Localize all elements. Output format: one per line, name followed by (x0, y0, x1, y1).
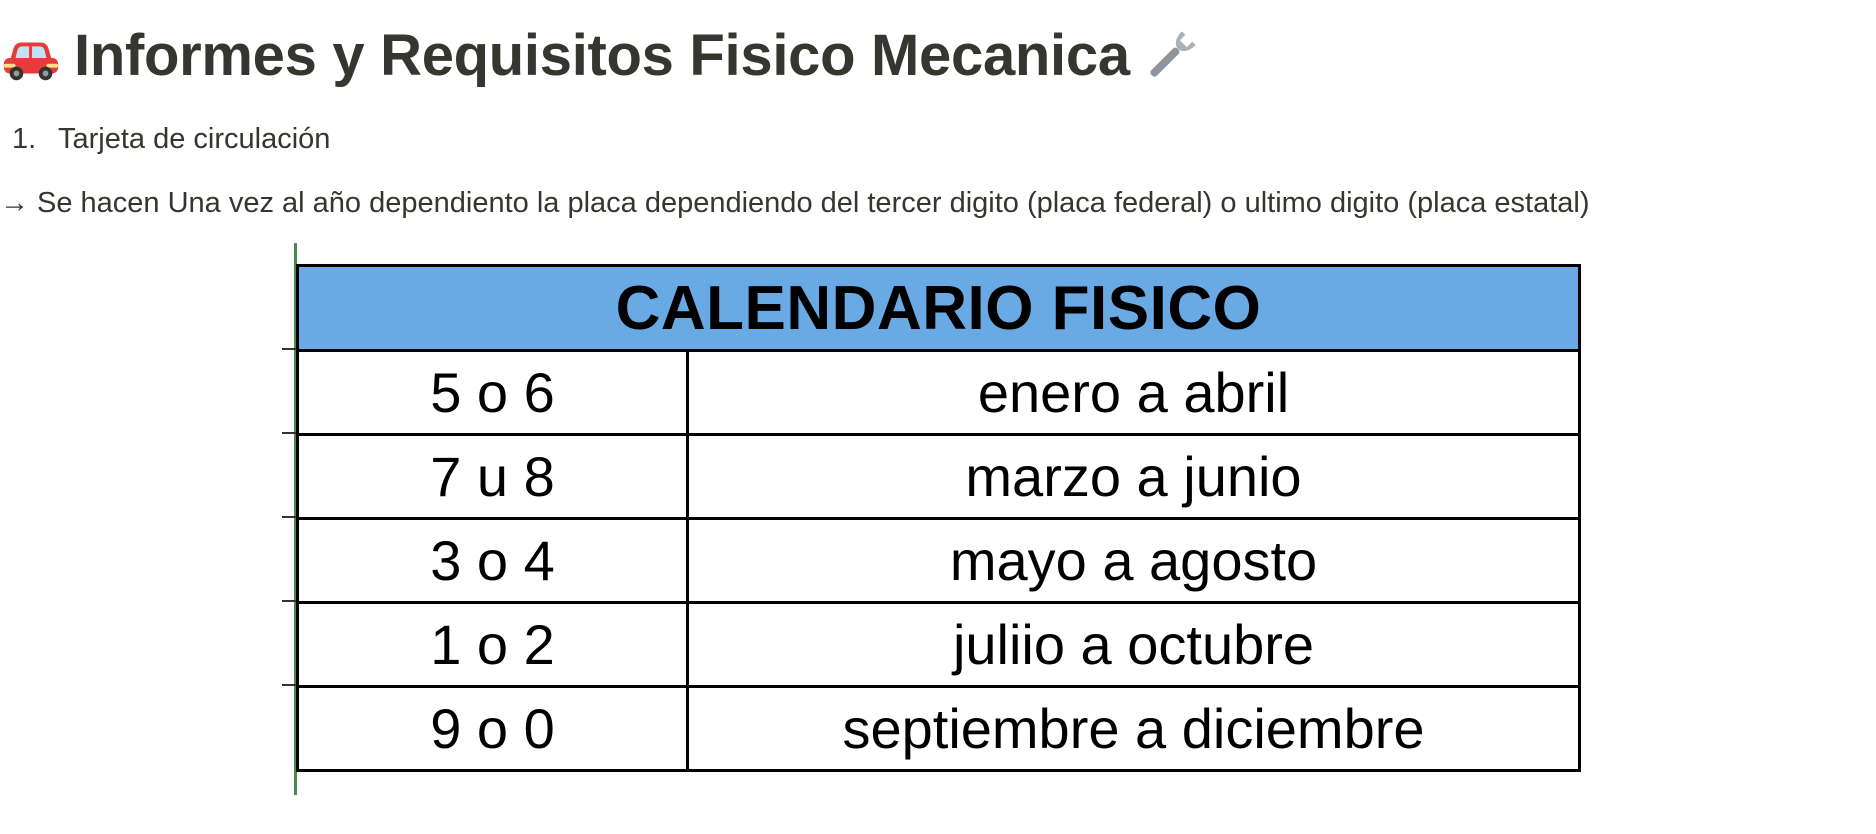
calendar-title: CALENDARIO FISICO (296, 264, 1581, 352)
car-icon (0, 25, 62, 87)
paragraph-text: Se hacen Una vez al año dependiento la p… (37, 186, 1590, 219)
digits-cell: 3 o 4 (296, 517, 689, 604)
months-cell: septiembre a diciembre (686, 685, 1581, 772)
arrow-icon: → (0, 186, 29, 219)
list-item-label: Tarjeta de circulación (58, 122, 331, 155)
digits-cell: 7 u 8 (296, 433, 689, 520)
calendar-image: CALENDARIO FISICO 5 o 6 enero a abril 7 … (280, 240, 1600, 800)
months-cell: mayo a agosto (686, 517, 1581, 604)
table-row: 1 o 2 juliio a octubre (296, 601, 1581, 688)
calendar-table: CALENDARIO FISICO 5 o 6 enero a abril 7 … (296, 264, 1581, 772)
table-row: 7 u 8 marzo a junio (296, 433, 1581, 520)
wrench-icon (1140, 25, 1202, 87)
table-row: 9 o 0 septiembre a diciembre (296, 685, 1581, 772)
digits-cell: 1 o 2 (296, 601, 689, 688)
title-text: Informes y Requisitos Fisico Mecanica (74, 23, 1130, 88)
months-cell: marzo a junio (686, 433, 1581, 520)
list-item: 1. Tarjeta de circulación (12, 118, 330, 160)
table-row: 5 o 6 enero a abril (296, 349, 1581, 436)
page-title: Informes y Requisitos Fisico Mecanica (0, 18, 1202, 94)
months-cell: enero a abril (686, 349, 1581, 436)
table-row: 3 o 4 mayo a agosto (296, 517, 1581, 604)
digits-cell: 9 o 0 (296, 685, 689, 772)
months-cell: juliio a octubre (686, 601, 1581, 688)
digits-cell: 5 o 6 (296, 349, 689, 436)
list-number: 1. (12, 122, 37, 155)
info-paragraph: → Se hacen Una vez al año dependiento la… (0, 182, 1590, 224)
